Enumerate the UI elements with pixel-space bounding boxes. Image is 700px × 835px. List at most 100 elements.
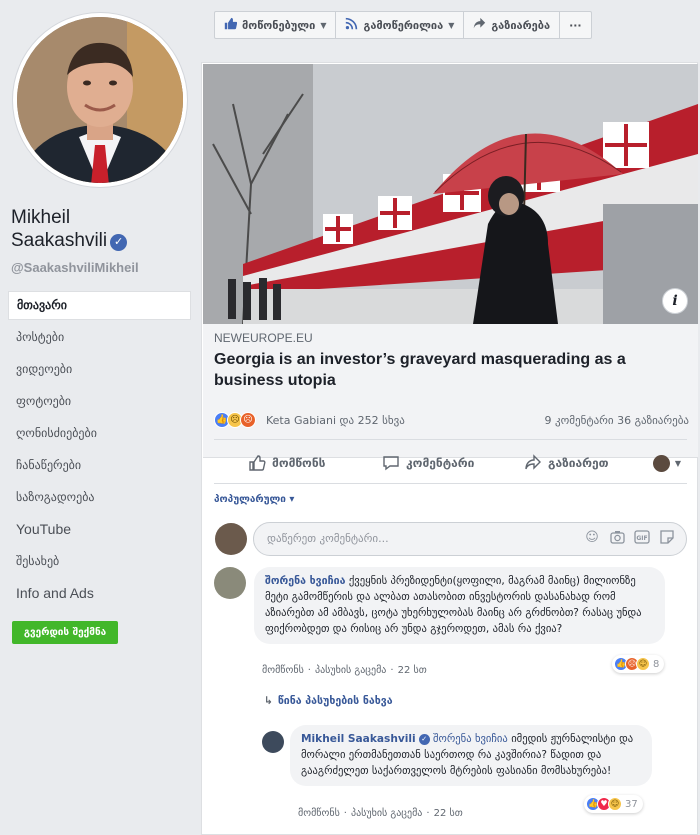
comment-reactions[interactable]: 👍 ♥ ☺ 37: [584, 795, 643, 813]
sidebar-item-info-and-ads[interactable]: Info and Ads: [8, 578, 191, 610]
page-action-bar: მოწონებული ▼ გამოწერილია ▼ გაზიარება ···: [214, 11, 592, 39]
chevron-down-icon: ▼: [674, 458, 681, 468]
verified-badge-icon: ✓: [418, 734, 430, 745]
chevron-down-icon: ▾: [289, 494, 295, 505]
profile-picture[interactable]: [17, 17, 183, 183]
avatar[interactable]: [262, 731, 284, 753]
more-dots-icon: ···: [569, 18, 582, 32]
share-arrow-icon: [524, 454, 542, 472]
comment-meta: მომწონს · პასუხის გაცემა · 22 სთ: [262, 665, 427, 676]
sidebar-item-home[interactable]: მთავარი: [8, 291, 191, 320]
like-button-label: მომწონს: [272, 456, 326, 470]
create-page-button[interactable]: გვერდის შექმნა: [12, 621, 118, 644]
sidebar-item-posts[interactable]: პოსტები: [8, 322, 191, 354]
reaction-names[interactable]: Keta Gabiani და 252 სხვა: [266, 414, 405, 427]
avatar: [652, 454, 670, 472]
comment-like-link[interactable]: მომწონს: [262, 665, 304, 676]
link-domain: NEWEUROPE.EU: [214, 331, 313, 345]
following-button-label: გამოწერილია: [363, 18, 444, 32]
sidebar-item-notes[interactable]: ჩანაწერები: [8, 450, 191, 482]
comment-button[interactable]: კომენტარი: [382, 454, 474, 472]
page-name-line1[interactable]: Mikheil: [11, 206, 127, 229]
comment-reply: Mikheil Saakashvili ✓ შორენა ხვიჩია იმედი…: [262, 725, 689, 831]
share-arrow-icon: [473, 17, 486, 33]
share-page-button[interactable]: გაზიარება: [464, 12, 561, 38]
view-previous-replies-label: წინა პასუხების ნახვა: [277, 695, 393, 707]
comment-reaction-count: 8: [653, 658, 660, 670]
comment-sort-label: პოპულარული: [214, 494, 286, 505]
composer-icons: ☺ GIF: [584, 530, 675, 546]
profile-photo-illustration: [17, 17, 183, 183]
avatar[interactable]: [214, 567, 246, 599]
comment-icon: [382, 454, 400, 472]
link-photo-illustration: [203, 64, 698, 324]
link-preview-image[interactable]: i: [203, 64, 698, 324]
sidebar-nav: მთავარი პოსტები ვიდეოები ფოტოები ღონისძი…: [8, 291, 191, 610]
post-actions: მომწონს კომენტარი გაზიარეთ ▼: [214, 446, 687, 480]
post-card: i NEWEUROPE.EU Georgia is an investor’s …: [201, 62, 698, 835]
like-button[interactable]: მომწონს: [248, 454, 325, 472]
sidebar-item-about[interactable]: შესახებ: [8, 546, 191, 578]
page-name-line2[interactable]: Saakashvili: [11, 230, 107, 251]
haha-reaction-icon: ☺: [636, 657, 650, 671]
sticker-icon[interactable]: [659, 530, 675, 546]
comment-mention[interactable]: შორენა ხვიჩია: [433, 733, 508, 745]
sidebar-item-events[interactable]: ღონისძიებები: [8, 418, 191, 450]
thumbs-up-icon: [224, 17, 238, 33]
divider: [214, 439, 687, 440]
post-as-selector[interactable]: ▼: [652, 454, 681, 472]
liked-button[interactable]: მოწონებული ▼: [215, 12, 337, 38]
comment-author[interactable]: Mikheil Saakashvili: [301, 733, 416, 745]
sidebar-item-photos[interactable]: ფოტოები: [8, 386, 191, 418]
comment-time[interactable]: 22 სთ: [398, 665, 427, 676]
comment-sort-dropdown[interactable]: პოპულარული ▾: [214, 494, 294, 505]
share-page-label: გაზიარება: [491, 18, 551, 32]
more-options-button[interactable]: ···: [560, 12, 591, 38]
comment-reaction-count: 37: [625, 798, 638, 810]
reactions-summary[interactable]: 👍 ☹ ☹ Keta Gabiani და 252 სხვა 9 კომენტა…: [214, 412, 689, 432]
comment-author[interactable]: შორენა ხვიჩია: [265, 575, 345, 587]
reaction-icons: 👍 ☹ ☹: [214, 412, 256, 428]
camera-icon[interactable]: [609, 530, 625, 546]
smiley-icon[interactable]: ☺: [584, 530, 600, 546]
haha-reaction-icon: ☺: [608, 797, 622, 811]
chevron-down-icon: ▼: [448, 20, 455, 30]
following-button[interactable]: გამოწერილია ▼: [336, 12, 465, 38]
divider: [214, 483, 687, 484]
comment-button-label: კომენტარი: [406, 456, 475, 470]
svg-text:GIF: GIF: [636, 535, 647, 542]
comment-share-counts[interactable]: 9 კომენტარი 36 გაზიარება: [545, 414, 689, 427]
gif-icon[interactable]: GIF: [634, 530, 650, 546]
share-button-label: გაზიარეთ: [548, 456, 609, 470]
comment-bubble: შორენა ხვიჩია ქვეყნის პრეზიდენტი(ყოფილი,…: [254, 567, 665, 644]
angry-reaction-icon: ☹: [240, 412, 256, 428]
comment-composer: დაწერეთ კომენტარი... ☺ GIF: [214, 522, 687, 556]
comment-like-link[interactable]: მომწონს: [298, 808, 340, 819]
link-title[interactable]: Georgia is an investor’s graveyard masqu…: [214, 349, 674, 391]
reply-arrow-icon: ↳: [264, 695, 273, 707]
share-button[interactable]: გაზიარეთ: [524, 454, 609, 472]
liked-button-label: მოწონებული: [242, 18, 316, 32]
comment-time[interactable]: 22 სთ: [434, 808, 463, 819]
thumbs-up-outline-icon: [248, 454, 266, 472]
sidebar-item-videos[interactable]: ვიდეოები: [8, 354, 191, 386]
link-preview-meta[interactable]: NEWEUROPE.EU Georgia is an investor’s gr…: [203, 324, 698, 458]
left-column: Mikheil Saakashvili ✓ @SaakashviliMikheil…: [0, 0, 200, 835]
comment-reply-link[interactable]: პასუხის გაცემა: [315, 665, 386, 676]
chevron-down-icon: ▼: [320, 20, 327, 30]
comment: შორენა ხვიჩია ქვეყნის პრეზიდენტი(ყოფილი,…: [214, 567, 689, 687]
rss-icon: [345, 17, 358, 33]
sidebar-item-youtube[interactable]: YouTube: [8, 514, 191, 546]
sidebar-item-community[interactable]: საზოგადოება: [8, 482, 191, 514]
comment-meta: მომწონს · პასუხის გაცემა · 22 სთ: [298, 808, 463, 819]
comment-reactions[interactable]: 👍 ☹ ☺ 8: [612, 655, 665, 673]
page-name[interactable]: Mikheil Saakashvili ✓: [11, 206, 128, 252]
verified-badge-icon: ✓: [110, 234, 128, 251]
profile-picture-frame[interactable]: [13, 13, 187, 187]
comment-bubble: Mikheil Saakashvili ✓ შორენა ხვიჩია იმედი…: [290, 725, 652, 786]
comment-reply-link[interactable]: პასუხის გაცემა: [351, 808, 422, 819]
avatar: [215, 523, 247, 555]
page-handle[interactable]: @SaakashviliMikheil: [11, 260, 139, 275]
info-icon[interactable]: i: [662, 288, 688, 314]
view-previous-replies[interactable]: ↳ წინა პასუხების ნახვა: [264, 695, 393, 707]
